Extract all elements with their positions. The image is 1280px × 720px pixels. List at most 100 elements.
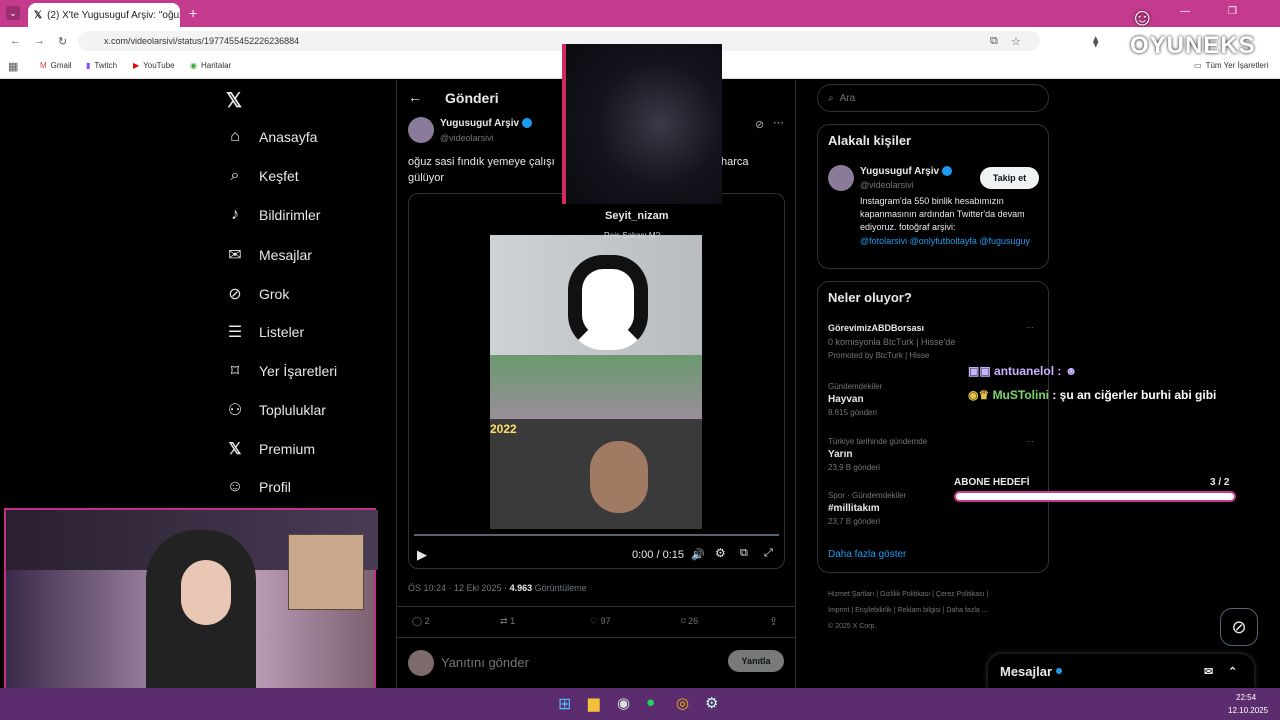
related-name[interactable]: Yugusuguf Arşiv	[860, 166, 939, 177]
popout-icon[interactable]: ⧉	[740, 547, 748, 560]
author-handle[interactable]: @videolarsivi	[440, 133, 494, 143]
explorer-icon[interactable]: ▆	[588, 694, 600, 712]
related-handle[interactable]: @videolarsivi	[860, 180, 914, 190]
new-message-icon[interactable]: ✉	[1204, 665, 1213, 678]
spotify-icon[interactable]: ●	[646, 694, 655, 711]
nav-grok[interactable]: ⊘ Grok	[225, 284, 289, 304]
author-name[interactable]: Yugusuguf Arşiv	[440, 118, 519, 129]
streamer-webcam	[4, 508, 378, 720]
taskbar	[0, 688, 1280, 720]
reply-action[interactable]: ◯ 2	[412, 616, 430, 627]
more-options-icon[interactable]: ⋯	[773, 116, 784, 129]
sub-goal-progress-bar	[954, 491, 1236, 502]
reply-button[interactable]: Yanıtla	[728, 650, 784, 672]
video-frame[interactable]: 2022	[490, 235, 702, 529]
trend-count: 8.615 gönderi	[828, 408, 877, 417]
video-progress-track[interactable]	[414, 534, 779, 536]
pip-webcam	[288, 534, 364, 610]
chat-user: antuanelol	[994, 364, 1055, 378]
settings-gear-icon[interactable]: ⚙	[715, 546, 726, 560]
trend-item-0[interactable]: GörevimizABDBorsası 0 komisyonla BtcTurk…	[828, 323, 1040, 360]
messages-drawer[interactable]: Mesajlar ✉ ⌃	[988, 654, 1254, 688]
bookmark-gmail[interactable]: M Gmail	[40, 61, 72, 70]
related-links[interactable]: @fotolarsivi @onlyfutboltayfa @fugusuguy	[860, 235, 1036, 248]
play-icon[interactable]: ▶	[417, 547, 427, 563]
bookmark-twitch[interactable]: ▮ Twitch	[86, 61, 117, 70]
apps-grid-icon[interactable]: ▦	[8, 60, 18, 73]
logo-mascot-icon: ☺	[1130, 4, 1156, 31]
search-input[interactable]: ⌕ Ara	[817, 84, 1049, 112]
tab-list-button[interactable]: ⌄	[6, 6, 20, 20]
expand-icon[interactable]: ⌃	[1228, 665, 1237, 678]
nav-bookmarks[interactable]: ⌑ Yer İşaretleri	[225, 361, 337, 381]
search-icon: ⌕	[828, 92, 834, 104]
more-icon[interactable]: ⋯	[1026, 437, 1034, 446]
forward-icon[interactable]: →	[34, 35, 45, 47]
nav-explore[interactable]: ⌕ Keşfet	[225, 167, 299, 185]
repost-action[interactable]: ⇄ 1	[500, 616, 515, 627]
footer-link[interactable]: Gizlilik Politikası	[880, 591, 930, 598]
nav-profile[interactable]: ☺ Profil	[225, 478, 291, 496]
back-icon[interactable]: ←	[10, 35, 21, 47]
share-icon[interactable]: ⇪	[769, 615, 778, 628]
like-action[interactable]: ♡ 97	[590, 616, 611, 627]
trend-context: Türkiye tarihinde gündemde	[828, 437, 928, 446]
nav-premium[interactable]: 𝕏 Premium	[225, 439, 315, 459]
trend-name: #millitakım	[828, 503, 880, 514]
star-icon[interactable]: ☆	[1011, 35, 1021, 48]
nav-notifications[interactable]: ♪ Bildirimler	[225, 206, 320, 224]
browser-tab[interactable]: 𝕏 (2) X'te Yugusuguf Arşiv: "oğuz ✕	[28, 3, 180, 27]
start-icon[interactable]: ⊞	[558, 694, 571, 714]
grok-explain-icon[interactable]: ⊘	[755, 118, 764, 131]
nav-messages[interactable]: ✉ Mesajlar	[225, 245, 312, 265]
sub-goal-label: ABONE HEDEFİ	[954, 477, 1030, 488]
footer-link[interactable]: Reklam bilgisi	[897, 607, 940, 614]
post-timestamp[interactable]: ÖS 10:24 · 12 Eki 2025 ·	[408, 583, 510, 593]
rabbit-image	[490, 235, 702, 355]
tab-title: (2) X'te Yugusuguf Arşiv: "oğuz	[47, 9, 180, 21]
related-avatar[interactable]	[828, 165, 854, 191]
bookmark-maps[interactable]: ◉ Haritalar	[190, 61, 231, 70]
x-logo-icon[interactable]: 𝕏	[226, 88, 242, 113]
bookmark-action[interactable]: ⌑ 26	[681, 616, 698, 627]
chrome-icon[interactable]: ◎	[676, 694, 689, 712]
nav-home[interactable]: ⌂ Anasayfa	[225, 128, 317, 146]
reply-input[interactable]: Yanıtını gönder	[441, 655, 529, 670]
steam-icon[interactable]: ⚙	[705, 694, 718, 712]
nav-lists[interactable]: ☰ Listeler	[225, 322, 304, 342]
clock-time: 22:54	[1236, 693, 1257, 702]
back-arrow-icon[interactable]: ←	[408, 89, 422, 105]
follow-button[interactable]: Takip et	[980, 167, 1039, 189]
more-icon[interactable]: ⋯	[1026, 323, 1034, 332]
views-label: Görüntüleme	[532, 583, 587, 593]
grok-fab[interactable]: ⊘	[1220, 608, 1258, 646]
heart-icon: ♡	[590, 616, 599, 626]
footer-link[interactable]: Daha fazla ...	[946, 607, 987, 614]
trend-name: GörevimizABDBorsası	[828, 323, 925, 333]
install-icon[interactable]: ⧉	[990, 35, 998, 48]
volume-icon[interactable]: 🔊	[691, 548, 705, 561]
footer-link[interactable]: Erişilebilirlik	[855, 607, 892, 614]
grok-icon: ⊘	[228, 286, 242, 303]
footer-link[interactable]: Çerez Politikası	[936, 591, 985, 598]
list-icon: ☰	[227, 324, 243, 341]
bookmark-youtube[interactable]: ▶ YouTube	[133, 61, 175, 70]
footer-link[interactable]: Hizmet Şartları	[828, 591, 874, 598]
nav-communities[interactable]: ⚇ Topluluklar	[225, 400, 326, 420]
folder-icon: ▭	[1194, 61, 1202, 70]
reload-icon[interactable]: ↻	[58, 35, 67, 48]
trend-item-2[interactable]: Türkiye tarihinde gündemde Yarın 23,9 B …	[828, 437, 1040, 472]
stream-cam-sub: Reis Şakacı M?	[604, 231, 661, 240]
show-more-link[interactable]: Daha fazla göster	[828, 549, 906, 560]
all-bookmarks[interactable]: ▭ Tüm Yer İşaretleri	[1194, 61, 1268, 70]
obs-icon[interactable]: ◉	[617, 694, 630, 712]
new-tab-button[interactable]: +	[189, 5, 197, 21]
extension-icon[interactable]: ⧫	[1093, 35, 1098, 48]
post-text-1-end: harca	[721, 156, 749, 168]
trends-title: Neler oluyor?	[828, 290, 912, 305]
address-bar[interactable]: x.com/videolarsivi/status/19774554522262…	[78, 31, 1040, 51]
messages-drawer-title: Mesajlar	[1000, 663, 1053, 679]
author-avatar[interactable]	[408, 117, 434, 143]
footer-link[interactable]: Imprint	[828, 607, 849, 614]
fullscreen-icon[interactable]: ⤢	[764, 547, 773, 560]
